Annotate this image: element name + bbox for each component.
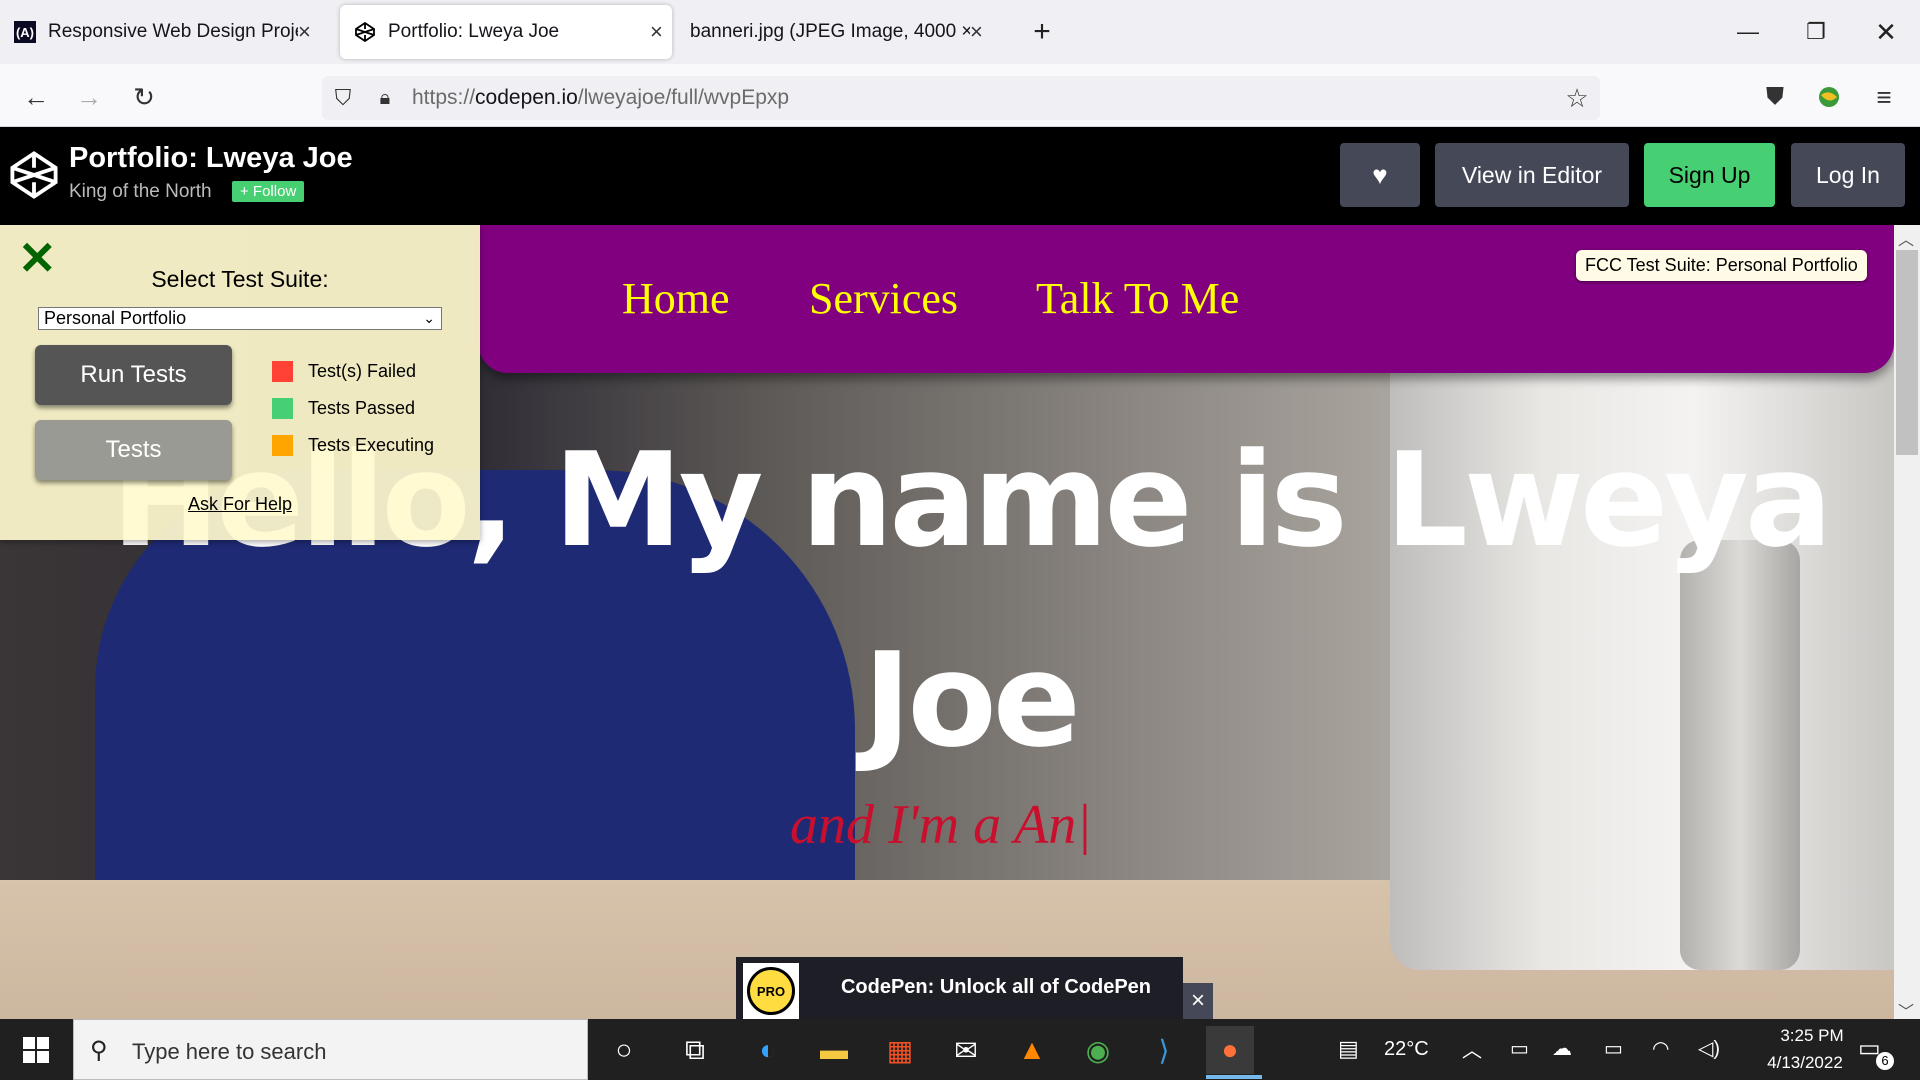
clock-time[interactable]: 3:25 PM — [1752, 1026, 1872, 1046]
like-heart-button[interactable]: ♥ — [1340, 143, 1420, 207]
select-suite-label: Select Test Suite: — [151, 266, 329, 292]
pen-title: Portfolio: Lweya Joe — [69, 142, 353, 174]
scrollbar-thumb[interactable] — [1896, 250, 1918, 455]
search-icon: ⚲ — [90, 1037, 108, 1064]
follow-button[interactable]: + Follow — [232, 181, 305, 202]
pro-banner-text[interactable]: CodePen: Unlock all of CodePen — [816, 976, 1176, 999]
ask-for-help-link[interactable]: Ask For Help — [188, 494, 292, 515]
executing-color-square — [272, 435, 293, 456]
tab-banner-image[interactable]: banneri.jpg (JPEG Image, 4000 × 30 × — [676, 5, 996, 59]
restore-icon[interactable]: ❐ — [1796, 14, 1836, 50]
bookmark-star-icon[interactable]: ☆ — [1557, 78, 1597, 118]
reload-icon[interactable]: ↻ — [124, 77, 164, 117]
firefox-icon[interactable]: ● — [1206, 1026, 1254, 1074]
nav-home[interactable]: Home — [622, 273, 730, 324]
log-in-button[interactable]: Log In — [1791, 143, 1905, 207]
task-view-icon[interactable]: ⧉ — [671, 1026, 719, 1074]
file-explorer-icon[interactable]: ▬ — [810, 1026, 858, 1074]
test-suite-select[interactable]: Personal Portfolio ⌄ — [38, 307, 442, 330]
sign-up-button[interactable]: Sign Up — [1644, 143, 1775, 207]
chevron-down-icon: ⌄ — [423, 310, 435, 326]
tests-button[interactable]: Tests — [35, 420, 232, 480]
failed-color-square — [272, 361, 293, 382]
search-placeholder[interactable]: Type here to search — [132, 1039, 326, 1065]
notification-count: 6 — [1876, 1052, 1894, 1070]
legend-passed-label: Tests Passed — [308, 398, 416, 418]
close-banner-icon[interactable]: × — [1183, 983, 1213, 1019]
meet-now-icon[interactable]: ▭ — [1510, 1036, 1529, 1061]
tab-fcc[interactable]: (A) Responsive Web Design Project × — [0, 5, 330, 59]
legend-executing-label: Tests Executing — [308, 435, 435, 455]
view-in-editor-button[interactable]: View in Editor — [1435, 143, 1629, 207]
codepen-icon — [354, 21, 376, 43]
run-tests-button[interactable]: Run Tests — [35, 345, 232, 405]
weather-icon[interactable]: ▤ — [1338, 1036, 1359, 1062]
back-icon[interactable]: ← — [16, 77, 56, 117]
nav-services[interactable]: Services — [809, 273, 958, 324]
battery-icon[interactable]: ▭ — [1604, 1036, 1623, 1061]
passed-color-square — [272, 398, 293, 419]
nav-talk-to-me[interactable]: Talk To Me — [1036, 273, 1239, 324]
selected-suite-value: Personal Portfolio — [44, 308, 187, 328]
tab-portfolio[interactable]: Portfolio: Lweya Joe × — [340, 5, 672, 59]
lock-icon[interactable]: 🔒︎ — [365, 78, 405, 118]
url-text[interactable]: https://codepen.io/lweyajoe/full/wvpEpxp — [412, 84, 789, 112]
hero-subtitle: and I'm a An| — [790, 794, 1092, 856]
close-tab-icon[interactable]: × — [970, 19, 983, 45]
shield-icon[interactable]: ⛉ — [323, 78, 363, 118]
menu-icon[interactable]: ≡ — [1864, 77, 1904, 117]
close-tab-icon[interactable]: × — [298, 19, 311, 45]
clock-date[interactable]: 4/13/2022 — [1740, 1053, 1870, 1073]
cortana-icon[interactable]: ○ — [600, 1026, 648, 1074]
legend-failed-label: Test(s) Failed — [308, 361, 417, 381]
minimize-icon[interactable]: — — [1728, 14, 1768, 50]
close-tab-icon[interactable]: × — [650, 19, 663, 45]
vlc-icon[interactable]: ▲ — [1008, 1026, 1056, 1074]
close-window-icon[interactable]: ✕ — [1866, 14, 1906, 50]
heart-icon: ♥ — [1372, 159, 1388, 190]
edge-icon[interactable]: ◐ — [744, 1026, 792, 1074]
store-icon[interactable]: ▦ — [876, 1026, 924, 1074]
scroll-up-icon[interactable]: ︿ — [1898, 226, 1914, 250]
mail-icon[interactable]: ✉ — [942, 1026, 990, 1074]
author-name[interactable]: King of the North — [69, 181, 212, 203]
tab-title: banneri.jpg (JPEG Image, 4000 × 30 — [690, 21, 970, 42]
volume-icon[interactable]: ◁) — [1698, 1036, 1720, 1061]
tab-title: Responsive Web Design Project — [48, 21, 298, 42]
fcc-test-suite-badge[interactable]: FCC Test Suite: Personal Portfolio — [1576, 250, 1867, 281]
show-hidden-icons-icon[interactable]: ︿ — [1462, 1034, 1482, 1063]
temperature[interactable]: 22°C — [1384, 1038, 1429, 1061]
active-app-indicator — [1206, 1075, 1262, 1079]
onedrive-icon[interactable]: ☁ — [1552, 1036, 1572, 1061]
windows-start-icon[interactable] — [12, 1026, 60, 1074]
chrome-icon[interactable]: ◉ — [1074, 1026, 1122, 1074]
pocket-icon[interactable]: ⛊ — [1755, 77, 1795, 117]
vscode-icon[interactable]: ⟩ — [1140, 1026, 1188, 1074]
fcc-icon: (A) — [14, 21, 36, 43]
codepen-logo-icon[interactable] — [10, 151, 58, 204]
forward-icon[interactable]: → — [69, 77, 109, 117]
new-tab-button[interactable]: + — [1022, 14, 1062, 50]
tab-title: Portfolio: Lweya Joe — [388, 21, 560, 42]
pro-logo-icon: PRO — [743, 963, 799, 1019]
wifi-icon[interactable]: ◠ — [1652, 1036, 1669, 1061]
extension-globe-icon[interactable] — [1809, 77, 1849, 117]
